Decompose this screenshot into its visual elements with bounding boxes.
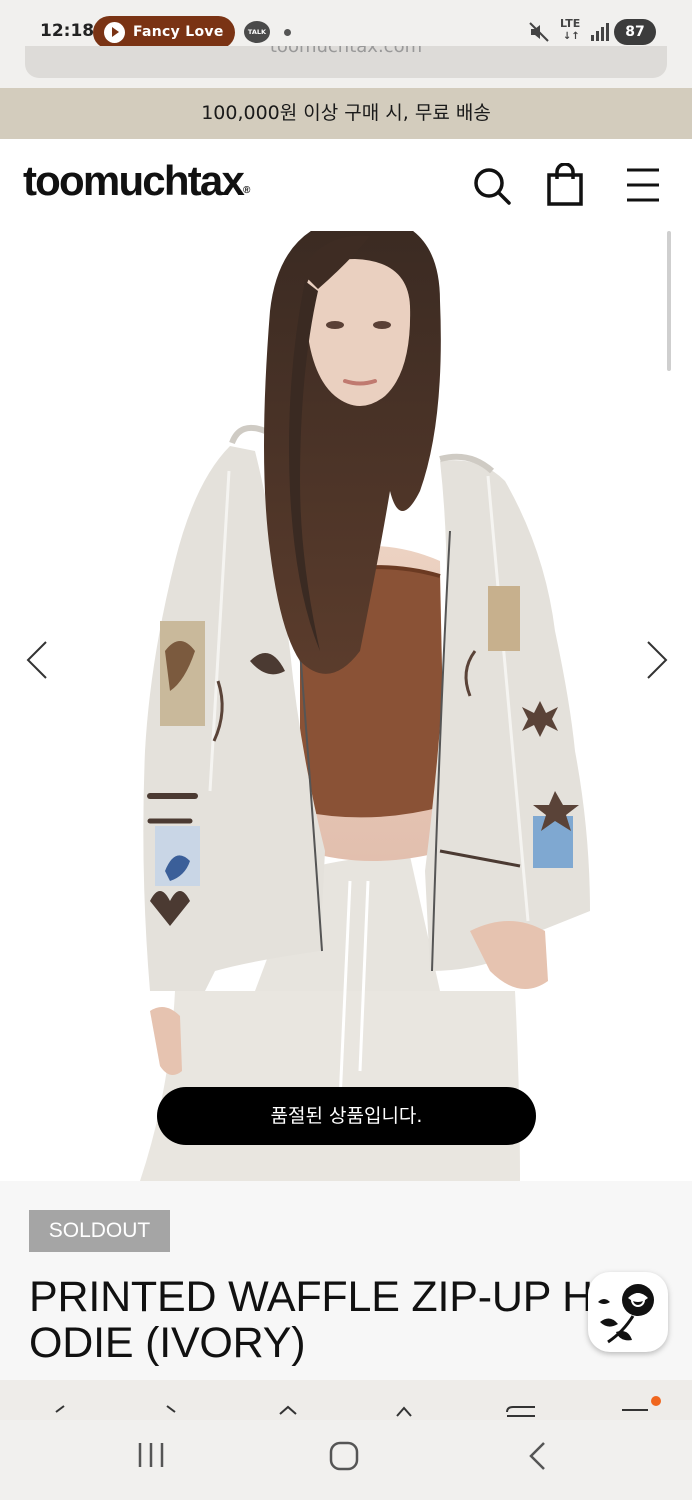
android-nav-bar <box>0 1420 692 1500</box>
home-icon[interactable] <box>328 1440 360 1472</box>
search-icon[interactable] <box>471 165 513 207</box>
scrollbar-thumb[interactable] <box>667 231 671 371</box>
brand-logo[interactable]: toomuchtax® <box>23 157 250 205</box>
talk-icon: TALK <box>244 21 270 43</box>
address-bar-url: toomuchtax.com <box>269 46 423 57</box>
media-notification-pill[interactable]: Fancy Love <box>93 16 235 49</box>
chevron-left-icon[interactable] <box>24 639 50 681</box>
registered-mark: ® <box>243 185 251 196</box>
signal-icon <box>591 23 609 41</box>
mute-icon <box>529 22 549 42</box>
soldout-badge: SOLDOUT <box>29 1210 170 1252</box>
tabs-icon[interactable] <box>505 1404 537 1420</box>
back-icon[interactable] <box>52 1404 68 1420</box>
product-title-line-1: PRINTED WAFFLE ZIP-UP H <box>29 1273 593 1321</box>
media-notification-label: Fancy Love <box>133 24 224 40</box>
menu-icon[interactable] <box>625 166 661 204</box>
product-info: SOLDOUT PRINTED WAFFLE ZIP-UP H ODIE (IV… <box>0 1181 692 1380</box>
chat-button[interactable] <box>588 1272 668 1352</box>
rose-icon <box>598 1284 654 1344</box>
product-photo <box>140 231 590 1181</box>
brand-logo-text: toomuchtax <box>23 157 245 204</box>
browser-menu-icon[interactable] <box>620 1404 650 1420</box>
site-header: toomuchtax® <box>0 139 692 231</box>
shopping-bag-icon[interactable] <box>546 163 584 207</box>
recents-icon[interactable] <box>136 1440 166 1470</box>
bookmark-icon[interactable] <box>394 1404 414 1420</box>
back-icon[interactable] <box>526 1440 550 1472</box>
product-image-slider[interactable]: 품절된 상품입니다. <box>0 231 692 1181</box>
status-time: 12:18 <box>40 21 95 41</box>
forward-icon[interactable] <box>163 1404 179 1420</box>
home-icon[interactable] <box>278 1404 298 1420</box>
free-shipping-banner: 100,000원 이상 구매 시, 무료 배송 <box>0 88 692 139</box>
browser-toolbar <box>0 1380 692 1420</box>
network-activity-icon: ↓↑ <box>563 31 580 42</box>
play-icon <box>104 22 125 43</box>
notification-dot <box>651 1396 661 1406</box>
soldout-toast: 품절된 상품입니다. <box>157 1087 536 1145</box>
chevron-right-icon[interactable] <box>644 639 670 681</box>
more-notifications-dot <box>284 29 291 36</box>
battery-icon: 87 <box>614 19 656 45</box>
network-type-label: LTE <box>560 17 581 30</box>
address-bar[interactable]: toomuchtax.com <box>25 46 667 78</box>
product-title-line-2: ODIE (IVORY) <box>29 1319 306 1367</box>
